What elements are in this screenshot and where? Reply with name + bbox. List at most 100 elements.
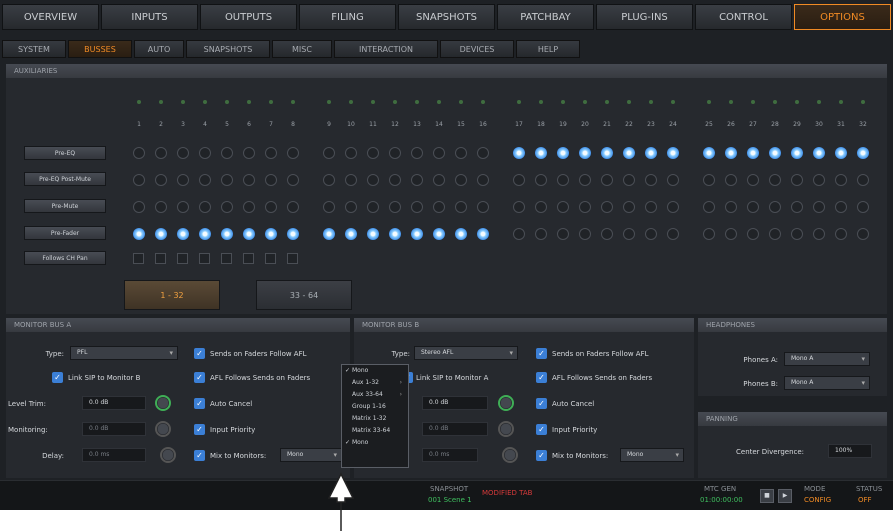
aux-send-toggle[interactable]	[265, 147, 277, 159]
aux-send-toggle[interactable]	[513, 201, 525, 213]
aux-send-toggle[interactable]	[667, 228, 679, 240]
aux-send-toggle[interactable]	[411, 174, 423, 186]
aux-send-toggle[interactable]	[601, 174, 613, 186]
aux-send-toggle[interactable]	[265, 174, 277, 186]
aux-send-toggle[interactable]	[725, 174, 737, 186]
aux-send-toggle[interactable]	[133, 174, 145, 186]
aux-send-toggle[interactable]	[243, 228, 255, 240]
center-divergence-value[interactable]: 100%	[828, 444, 872, 458]
aux-send-toggle[interactable]	[791, 147, 803, 159]
tab-outputs[interactable]: OUTPUTS	[200, 4, 297, 30]
aux-send-toggle[interactable]	[579, 228, 591, 240]
aux-send-toggle[interactable]	[557, 201, 569, 213]
aux-send-toggle[interactable]	[835, 147, 847, 159]
play-icon[interactable]: ▶	[778, 489, 792, 503]
dropdown-option-aux-33-64[interactable]: Aux 33-64	[342, 389, 408, 401]
monitor-b-delay-value[interactable]: 0.0 ms	[422, 448, 478, 462]
monitor-b-monitoring-knob[interactable]	[498, 421, 514, 437]
monitor-a-level-trim-value[interactable]: 0.0 dB	[82, 396, 146, 410]
aux-send-toggle[interactable]	[747, 174, 759, 186]
tab-snapshots[interactable]: SNAPSHOTS	[398, 4, 495, 30]
aux-send-toggle[interactable]	[323, 147, 335, 159]
aux-send-toggle[interactable]	[813, 228, 825, 240]
aux-send-toggle[interactable]	[667, 174, 679, 186]
follows-pan-toggle[interactable]	[243, 253, 254, 264]
tab-inputs[interactable]: INPUTS	[101, 4, 198, 30]
monitor-b-auto-cancel-checkbox[interactable]: ✓	[536, 398, 547, 409]
monitor-a-delay-knob[interactable]	[160, 447, 176, 463]
aux-send-toggle[interactable]	[177, 228, 189, 240]
tab-patchbay[interactable]: PATCHBAY	[497, 4, 594, 30]
aux-send-toggle[interactable]	[221, 201, 233, 213]
monitor-a-afl-follows-checkbox[interactable]: ✓	[194, 372, 205, 383]
monitor-a-mix-checkbox[interactable]: ✓	[194, 450, 205, 461]
aux-send-toggle[interactable]	[513, 174, 525, 186]
aux-send-toggle[interactable]	[725, 228, 737, 240]
aux-send-toggle[interactable]	[367, 174, 379, 186]
aux-send-toggle[interactable]	[645, 228, 657, 240]
aux-send-toggle[interactable]	[345, 201, 357, 213]
tab-control[interactable]: CONTROL	[695, 4, 792, 30]
aux-send-toggle[interactable]	[221, 228, 233, 240]
aux-send-toggle[interactable]	[243, 201, 255, 213]
aux-send-toggle[interactable]	[477, 174, 489, 186]
aux-send-toggle[interactable]	[535, 147, 547, 159]
aux-send-toggle[interactable]	[769, 147, 781, 159]
aux-send-toggle[interactable]	[287, 147, 299, 159]
aux-send-toggle[interactable]	[477, 147, 489, 159]
aux-send-toggle[interactable]	[579, 201, 591, 213]
aux-send-toggle[interactable]	[433, 174, 445, 186]
follows-pan-toggle[interactable]	[199, 253, 210, 264]
monitor-b-input-priority-checkbox[interactable]: ✓	[536, 424, 547, 435]
aux-send-toggle[interactable]	[703, 201, 715, 213]
follows-pan-toggle[interactable]	[155, 253, 166, 264]
aux-send-toggle[interactable]	[835, 174, 847, 186]
aux-send-toggle[interactable]	[177, 147, 189, 159]
aux-send-toggle[interactable]	[221, 174, 233, 186]
monitor-a-sends-follow-checkbox[interactable]: ✓	[194, 348, 205, 359]
follows-pan-toggle[interactable]	[287, 253, 298, 264]
aux-send-toggle[interactable]	[367, 201, 379, 213]
aux-send-toggle[interactable]	[323, 174, 335, 186]
dropdown-option-mono-bottom[interactable]: Mono	[342, 437, 408, 449]
aux-send-toggle[interactable]	[433, 201, 445, 213]
aux-send-toggle[interactable]	[199, 147, 211, 159]
aux-send-toggle[interactable]	[535, 174, 547, 186]
aux-send-toggle[interactable]	[155, 228, 167, 240]
aux-send-toggle[interactable]	[835, 228, 847, 240]
dropdown-option-matrix-1-32[interactable]: Matrix 1-32	[342, 413, 408, 425]
aux-send-toggle[interactable]	[513, 228, 525, 240]
row-label-pre-eq[interactable]: Pre-EQ	[24, 146, 106, 160]
aux-send-toggle[interactable]	[389, 201, 401, 213]
aux-send-toggle[interactable]	[769, 228, 781, 240]
aux-send-toggle[interactable]	[623, 174, 635, 186]
monitor-a-input-priority-checkbox[interactable]: ✓	[194, 424, 205, 435]
aux-send-toggle[interactable]	[791, 174, 803, 186]
aux-send-toggle[interactable]	[411, 147, 423, 159]
row-label-pre-eq-post-mute[interactable]: Pre-EQ Post-Mute	[24, 172, 106, 186]
monitor-b-sends-follow-checkbox[interactable]: ✓	[536, 348, 547, 359]
monitor-b-mix-select[interactable]: Mono	[620, 448, 684, 462]
aux-send-toggle[interactable]	[477, 201, 489, 213]
tab-overview[interactable]: OVERVIEW	[2, 4, 99, 30]
aux-send-toggle[interactable]	[623, 147, 635, 159]
aux-send-toggle[interactable]	[703, 228, 715, 240]
monitor-b-afl-follows-checkbox[interactable]: ✓	[536, 372, 547, 383]
follows-pan-toggle[interactable]	[265, 253, 276, 264]
aux-send-toggle[interactable]	[455, 147, 467, 159]
monitor-a-link-checkbox[interactable]: ✓	[52, 372, 63, 383]
phones-a-select[interactable]: Mono A	[784, 352, 870, 366]
stop-icon[interactable]: ■	[760, 489, 774, 503]
monitor-a-monitoring-knob[interactable]	[155, 421, 171, 437]
aux-send-toggle[interactable]	[133, 201, 145, 213]
aux-send-toggle[interactable]	[769, 201, 781, 213]
subtab-busses[interactable]: BUSSES	[68, 40, 132, 58]
aux-send-toggle[interactable]	[579, 147, 591, 159]
aux-send-toggle[interactable]	[667, 147, 679, 159]
range-33-64-button[interactable]: 33 - 64	[256, 280, 352, 310]
aux-send-toggle[interactable]	[243, 174, 255, 186]
aux-send-toggle[interactable]	[557, 228, 569, 240]
aux-send-toggle[interactable]	[667, 201, 679, 213]
aux-send-toggle[interactable]	[389, 228, 401, 240]
subtab-interaction[interactable]: INTERACTION	[334, 40, 438, 58]
